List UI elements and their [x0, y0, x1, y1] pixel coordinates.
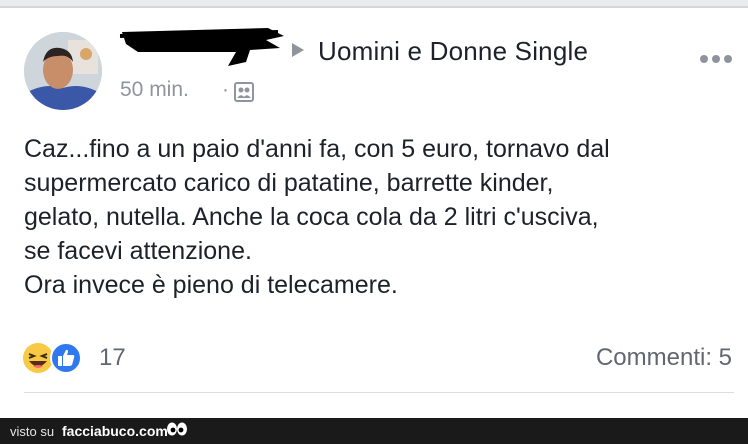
post-text-line: gelato, nutella. Anche la coca cola da 2…: [24, 203, 599, 231]
triangle-right-icon: [292, 43, 304, 57]
post-body: Caz...fino a un paio d'anni fa, con 5 eu…: [24, 132, 734, 302]
reaction-count: 17: [99, 344, 126, 371]
post-text-line: se facevi attenzione.: [24, 237, 252, 265]
watermark-prefix: visto su: [10, 424, 55, 439]
group-audience-icon: [234, 82, 254, 102]
action-divider: [24, 392, 734, 393]
post-text-line: supermercato carico di patatine, barrett…: [24, 169, 554, 197]
redacted-name-scribble: [119, 28, 284, 66]
watermark-site: facciabuco.com: [62, 423, 168, 439]
comments-count-link[interactable]: Commenti: 5: [596, 344, 732, 372]
watermark-bar: visto su facciabuco.com: [0, 418, 748, 444]
group-link[interactable]: Uomini e Donne Single: [318, 36, 588, 67]
post-card: Uomini e Donne Single 50 min. · Caz...fi…: [0, 8, 748, 418]
post-text-line: Ora invece è pieno di telecamere.: [24, 271, 398, 299]
like-reaction-icon: [50, 342, 82, 374]
meta-separator: ·: [222, 78, 229, 101]
post-text-line: Caz...fino a un paio d'anni fa, con 5 eu…: [24, 135, 610, 163]
author-avatar[interactable]: [24, 32, 102, 110]
post-timestamp[interactable]: 50 min.: [120, 78, 189, 102]
more-dots-icon[interactable]: [700, 50, 736, 63]
eyes-logo-icon: [167, 422, 187, 436]
